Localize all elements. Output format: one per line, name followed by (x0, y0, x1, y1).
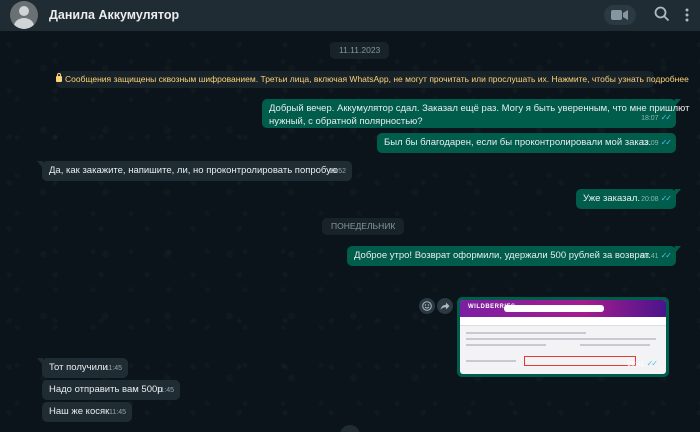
message-text: Доброе утро! Возврат оформили, удержали … (354, 250, 651, 261)
avatar-body (14, 18, 34, 29)
message-bubble-outgoing[interactable]: Уже заказал. 20:08 ✓✓ (576, 189, 681, 209)
double-check-icon: ✓✓ (660, 138, 672, 147)
message-bubble-outgoing[interactable]: Доброе утро! Возврат оформили, удержали … (347, 246, 681, 266)
highlight-box (524, 356, 636, 366)
bubble-tail (675, 99, 681, 106)
message-bubble-incoming[interactable]: Наш же косяк 11:45 (42, 402, 132, 422)
message-bubble-outgoing[interactable]: Добрый вечер. Аккумулятор сдал. Заказал … (262, 99, 690, 128)
message-time: 11:45 (157, 387, 174, 394)
message-time: 18:09 (641, 140, 659, 147)
message-time: 11:45 (105, 365, 122, 372)
message-time-value: 08:41 (627, 361, 645, 368)
message-bubble-incoming[interactable]: Тот получили 11:45 (37, 358, 128, 378)
message-time: 18:07 (641, 115, 659, 122)
encryption-notice[interactable]: Сообщения защищены сквозным шифрованием.… (56, 71, 689, 88)
screenshot-line (580, 344, 650, 346)
message-meta: 20:08 ✓✓ (641, 192, 672, 206)
message-meta: 11:45 (157, 384, 174, 397)
contact-avatar[interactable] (10, 1, 38, 29)
image-message[interactable]: WILDBERRIES 08:41 ✓✓ (457, 297, 669, 377)
double-check-icon: ✓✓ (646, 359, 658, 368)
double-check-icon: ✓✓ (660, 194, 672, 203)
wildberries-search (504, 305, 604, 312)
bubble-tail (37, 358, 43, 365)
message-meta: 11:45 (105, 362, 122, 375)
message-text: Был бы благодарен, если бы проконтролиро… (384, 137, 651, 148)
message-text: Да, как закажите, напишите, ли, но проко… (49, 165, 339, 176)
chat-area[interactable]: 11.11.2023 Сообщения защищены сквозным ш… (0, 31, 700, 432)
menu-icon (685, 8, 689, 22)
message-time: 20:08 (641, 196, 659, 203)
video-call-button[interactable] (604, 5, 636, 25)
bubble-tail (675, 189, 681, 196)
avatar-head (19, 6, 29, 16)
screenshot-line (466, 344, 546, 346)
double-check-icon: ✓✓ (660, 251, 672, 260)
bubble-tail (37, 161, 43, 168)
message-meta: 18:09 ✓✓ (641, 136, 672, 150)
message-text: Надо отправить вам 500р (49, 384, 163, 395)
encryption-notice-text: Сообщения защищены сквозным шифрованием.… (65, 74, 689, 84)
message-meta: 18:07 ✓✓ (641, 111, 672, 125)
chat-header: Данила Аккумулятор (0, 0, 700, 31)
message-meta: 19:52 (328, 165, 346, 178)
search-button[interactable] (654, 6, 670, 22)
message-text-line2: нужный, с обратной полярностью? (269, 116, 423, 127)
wildberries-header: WILDBERRIES (460, 300, 666, 317)
message-bubble-incoming[interactable]: Надо отправить вам 500р 11:45 (42, 380, 180, 400)
message-time: 08:41 (641, 253, 659, 260)
wildberries-subnav (460, 317, 666, 326)
contact-name[interactable]: Данила Аккумулятор (49, 8, 179, 22)
message-time: 19:52 (328, 168, 346, 175)
bubble-tail (675, 246, 681, 253)
message-time: 11:45 (109, 409, 126, 416)
screenshot-line (466, 360, 516, 362)
search-icon (654, 6, 670, 22)
lock-icon (56, 73, 62, 82)
date-separator: 11.11.2023 (330, 42, 390, 59)
screenshot-line (466, 332, 586, 334)
message-meta: 08:41 ✓✓ (641, 249, 672, 263)
emoji-reaction-button[interactable] (419, 298, 435, 314)
message-bubble-outgoing[interactable]: Был бы благодарен, если бы проконтролиро… (377, 133, 676, 153)
message-meta: 11:45 (109, 406, 126, 419)
forward-button[interactable] (437, 298, 453, 314)
image-thumbnail[interactable]: WILDBERRIES 08:41 ✓✓ (460, 300, 666, 374)
message-bubble-incoming[interactable]: Да, как закажите, напишите, ли, но проко… (37, 161, 352, 181)
video-call-icon (611, 10, 628, 20)
date-separator: ПОНЕДЕЛЬНИК (322, 218, 405, 235)
double-check-icon: ✓✓ (660, 113, 672, 122)
menu-button[interactable] (682, 6, 692, 24)
message-time: 08:41 ✓✓ (627, 359, 658, 368)
emoji-icon (422, 301, 432, 311)
message-text-line1: Добрый вечер. Аккумулятор сдал. Заказал … (269, 103, 690, 114)
forward-icon (440, 302, 450, 310)
screenshot-line (466, 338, 656, 340)
